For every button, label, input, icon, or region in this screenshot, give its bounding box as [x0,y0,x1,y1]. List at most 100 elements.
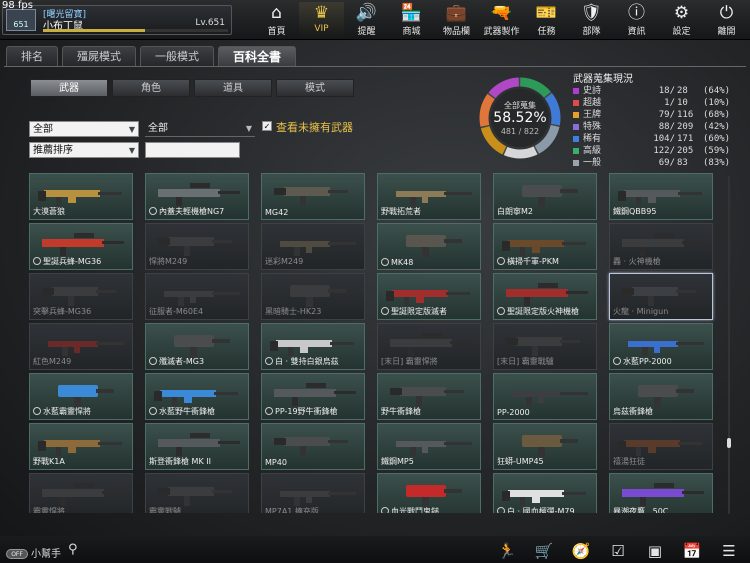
weapon-card[interactable]: 斯登衝鋒槍 MK II [145,423,249,470]
weapon-card[interactable]: 白 · 雙持白銀烏茲 [261,323,365,370]
toggle-switch[interactable]: OFF [6,549,28,559]
tab-zombie-mode[interactable]: 殭屍模式 [62,46,136,66]
weapon-card[interactable]: 白朗寧M2 [493,173,597,220]
weapon-card[interactable]: 野牛衝鋒槍 [377,373,481,420]
weapon-card[interactable]: 大漠蒼狼 [29,173,133,220]
show-unowned-checkbox[interactable]: ✓ [262,121,272,131]
weapon-image [48,341,124,356]
sort-select[interactable]: 推薦排序 ▼ [29,142,139,158]
weapon-card[interactable]: 迷彩M249 [261,223,365,270]
weapon-name-text: MP7A1 擴充版 [265,507,319,513]
stat-max: 205 [677,146,694,156]
weapon-card[interactable]: MK48 [377,223,481,270]
weapon-card[interactable]: 殲滅者-MG3 [145,323,249,370]
weapon-card[interactable]: 火龍 · Minigun [609,273,713,320]
weapon-card[interactable]: 水藍霸靈悍將 [29,373,133,420]
weapon-card[interactable]: 紅色M249 [29,323,133,370]
weapon-card[interactable]: 霸靈戰驢 [145,473,249,513]
helper-toggle[interactable]: OFF 小幫手 [6,545,61,560]
nav-gun[interactable]: 🔫 武器製作 [479,2,524,38]
weapon-card[interactable]: 鐵鋼MP5 [377,423,481,470]
book-icon[interactable]: ▣ [643,540,667,562]
menu-icon[interactable]: ☰ [717,540,741,562]
tab-encyclopedia[interactable]: 百科全書 [218,46,297,66]
nav-gear[interactable]: ⚙ 設定 [659,2,704,38]
weapon-card[interactable]: MP40 [261,423,365,470]
top-bar: 651 [曙光留寶] 小布丁鼠 Lv.651 ⌂ 首頁 ♛ VIP 🔊 提醒 🏪 商城 💼 物品欄… [0,0,750,40]
weapon-card[interactable]: 白 · 國血榴彈-M79 [493,473,597,513]
weapon-card[interactable]: 突擊兵蜂-MG36 [29,273,133,320]
scroll-thumb[interactable] [727,438,731,448]
weapon-card[interactable]: 黑暗騎士-HK23 [261,273,365,320]
weapon-card[interactable]: 水藍野牛衝鋒槍 [145,373,249,420]
weapon-card[interactable]: [末日] 霸靈戰驢 [493,323,597,370]
weapon-card[interactable]: 狂蟒-UMP45 [493,423,597,470]
weapon-image [506,337,580,356]
weapon-card[interactable]: PP-2000 [493,373,597,420]
weapon-card[interactable]: 悍將M249 [145,223,249,270]
limited-badge-icon [497,257,505,265]
checklist-icon[interactable]: ☑ [606,540,630,562]
nav-label: VIP [314,24,329,34]
grid-scrollbar[interactable] [726,176,732,514]
weapon-card[interactable]: PP-19野牛衝鋒槍 [261,373,365,420]
cart-icon[interactable]: 🛒 [532,540,556,562]
calendar-icon[interactable]: 📅 [680,540,704,562]
nav-power[interactable]: ⏻ 離開 [704,2,749,38]
weapon-card[interactable]: 聖誕限定版滅者 [377,273,481,320]
weapon-card[interactable]: 水藍PP-2000 [609,323,713,370]
subtab-weapons[interactable]: 武器 [30,79,108,97]
weapon-card[interactable]: 血光戰鬥鬼鎚 [377,473,481,513]
weapon-card[interactable]: 烏茲衝鋒槍 [609,373,713,420]
nav-speaker[interactable]: 🔊 提醒 [344,2,389,38]
nav-ticket[interactable]: 🎫 任務 [524,2,569,38]
shield-icon: 🛡 [580,3,603,23]
weapon-card[interactable]: 鐵鋼QBB95 [609,173,713,220]
weapon-card[interactable]: MP7A1 擴充版 [261,473,365,513]
weapon-card[interactable]: MG42 [261,173,365,220]
category-select[interactable]: 全部 ▼ [29,121,139,137]
stat-name: 超越 [583,98,602,108]
stats-title: 武器蒐集現況 [573,74,633,85]
nav-shield[interactable]: 🛡 部隊 [569,2,614,38]
compass-icon[interactable]: 🧭 [569,540,593,562]
weapon-card[interactable]: 轟 · 火神機槍 [609,223,713,270]
weapon-card[interactable]: 野戰K1A [29,423,133,470]
weapon-name-text: MP40 [265,458,287,467]
weapon-name: 水藍野牛衝鋒槍 [149,406,215,417]
weapon-card[interactable]: 征服者-M60E4 [145,273,249,320]
weapon-image [618,440,702,456]
tab-ranking[interactable]: 排名 [6,46,58,66]
rarity-swatch [573,88,579,94]
scroll-track [728,176,730,514]
weapon-card[interactable]: 暴潮夜鷹 . 50C [609,473,713,513]
nav-home[interactable]: ⌂ 首頁 [254,2,299,38]
search-icon[interactable]: ⚲ [68,542,78,557]
subtab-items[interactable]: 道具 [194,79,272,97]
crown-icon: ♛ [313,3,330,23]
weapon-grid: 大漠蒼狼 內蓋夫輕機槍NG7 MG42 野戰拓荒者 白朗寧M2 鐵鋼QBB95 聖誕兵蜂-M… [29,173,719,513]
subcategory-select[interactable]: 全部 ▼ [145,121,255,137]
nav-info[interactable]: ⓘ 資訊 [614,2,659,38]
search-input[interactable] [145,142,240,158]
weapon-card[interactable]: 橫掃千軍-PKM [493,223,597,270]
weapon-name: 殲滅者-MG3 [149,356,204,367]
weapon-card[interactable]: 野戰拓荒者 [377,173,481,220]
nav-crown[interactable]: ♛ VIP [299,2,344,38]
weapon-card[interactable]: 禧湯狂徒 [609,423,713,470]
stat-max: 28 [677,86,688,96]
weapon-card[interactable]: 內蓋夫輕機槍NG7 [145,173,249,220]
nav-bag[interactable]: 💼 物品欄 [434,2,479,38]
rarity-swatch [573,124,579,130]
player-card[interactable]: 651 [曙光留寶] 小布丁鼠 Lv.651 [2,5,232,35]
weapon-card[interactable]: [末日] 霸靈悍將 [377,323,481,370]
subtab-characters[interactable]: 角色 [112,79,190,97]
weapon-name: MP40 [265,458,287,467]
runner-icon[interactable]: 🏃 [495,540,519,562]
subtab-modes[interactable]: 模式 [276,79,354,97]
weapon-card[interactable]: 聖誕限定版火神機槍 [493,273,597,320]
nav-shop[interactable]: 🏪 商城 [389,2,434,38]
weapon-card[interactable]: 霸靈悍將 [29,473,133,513]
weapon-card[interactable]: 聖誕兵蜂-MG36 [29,223,133,270]
tab-normal-mode[interactable]: 一般模式 [140,46,214,66]
